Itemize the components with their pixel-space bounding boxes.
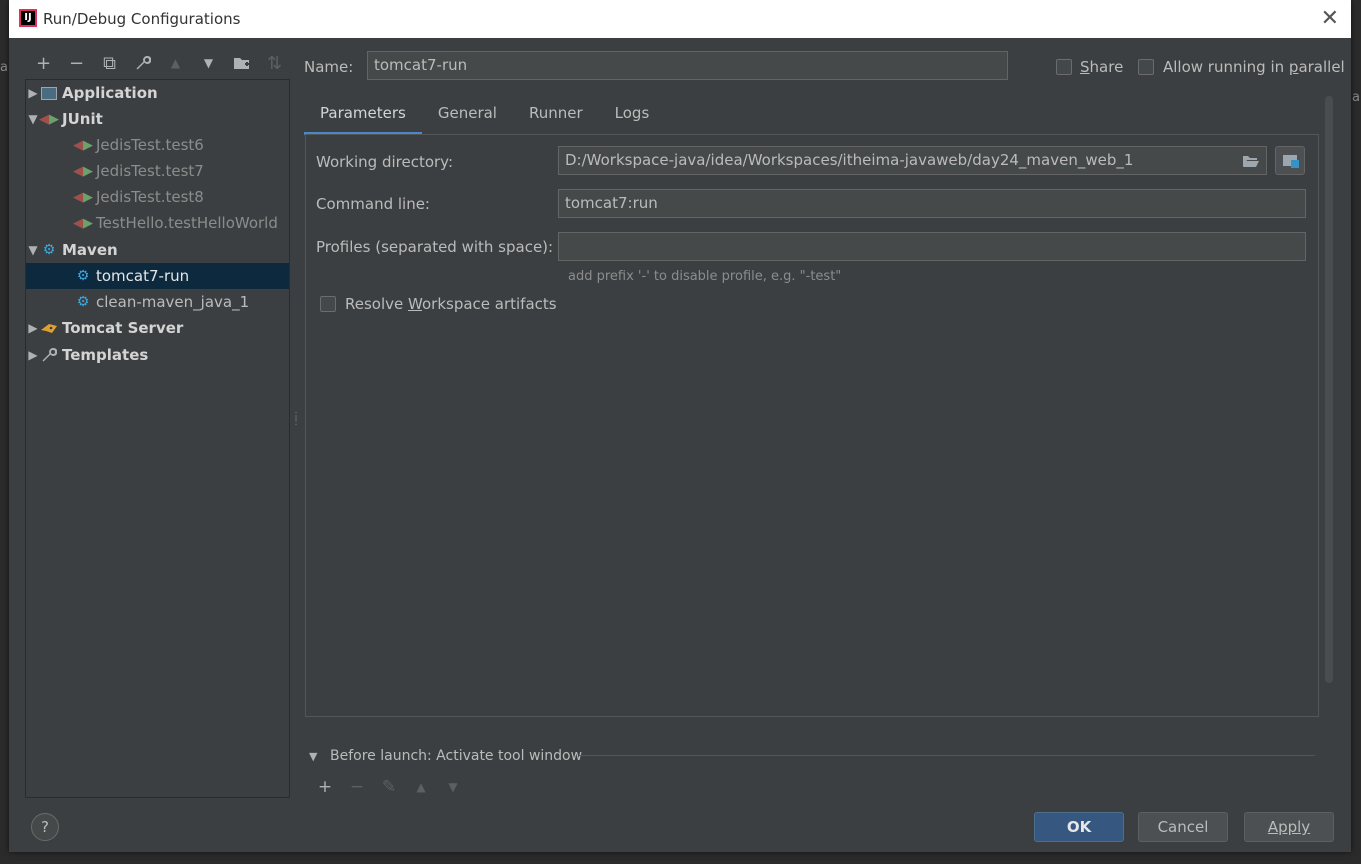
working-directory-label: Working directory: xyxy=(316,153,454,171)
tomcat-icon xyxy=(40,319,58,337)
run-debug-dialog: IJ Run/Debug Configurations ✕ + − ⧉ ▲ ▼ … xyxy=(9,0,1351,852)
wrench-icon xyxy=(40,346,58,364)
remove-task-icon[interactable]: − xyxy=(341,776,373,798)
tree-item-junit-test[interactable]: ◀ ▶ JedisTest.test8 xyxy=(26,184,289,210)
close-icon[interactable]: ✕ xyxy=(1321,6,1339,31)
tree-node-label: JUnit xyxy=(62,110,103,128)
background-edge-text: a xyxy=(1352,90,1360,105)
profiles-label: Profiles (separated with space): xyxy=(316,238,554,256)
working-directory-value: D:/Workspace-java/idea/Workspaces/itheim… xyxy=(565,151,1134,169)
background-edge-text: a xyxy=(0,60,8,75)
tree-item-label: JedisTest.test6 xyxy=(96,136,204,154)
edit-task-icon[interactable]: ✎ xyxy=(373,776,405,798)
junit-test-icon: ◀ ▶ xyxy=(73,137,93,153)
profiles-input[interactable] xyxy=(558,232,1306,261)
tree-item-junit-test[interactable]: ◀ ▶ JedisTest.test7 xyxy=(26,158,289,184)
move-task-down-icon[interactable]: ▼ xyxy=(437,776,469,798)
before-launch-toolbar: + − ✎ ▲ ▼ xyxy=(309,776,469,798)
config-toolbar: + − ⧉ ▲ ▼ ⇅ xyxy=(27,50,291,76)
command-line-label: Command line: xyxy=(316,195,430,213)
junit-icon: ◀ ▶ xyxy=(39,111,59,127)
folder-open-icon[interactable] xyxy=(1242,149,1260,176)
command-line-input[interactable]: tomcat7:run xyxy=(558,189,1306,218)
move-up-icon[interactable]: ▲ xyxy=(159,50,192,76)
add-task-icon[interactable]: + xyxy=(309,776,341,798)
new-folder-icon[interactable] xyxy=(225,50,258,76)
share-checkbox[interactable] xyxy=(1056,59,1072,75)
tree-node-label: Application xyxy=(62,84,158,102)
move-down-icon[interactable]: ▼ xyxy=(192,50,225,76)
resolve-workspace-checkbox[interactable] xyxy=(320,296,336,312)
sort-icon[interactable]: ⇅ xyxy=(258,50,291,76)
tree-node-label: Tomcat Server xyxy=(62,319,184,337)
wrench-icon[interactable] xyxy=(126,50,159,76)
copy-icon[interactable]: ⧉ xyxy=(93,50,126,76)
tab-general[interactable]: General xyxy=(422,96,513,132)
browse-module-button[interactable] xyxy=(1275,146,1305,175)
junit-test-icon: ◀ ▶ xyxy=(73,163,93,179)
working-directory-input[interactable]: D:/Workspace-java/idea/Workspaces/itheim… xyxy=(558,146,1267,175)
allow-parallel-label[interactable]: Allow running in parallel xyxy=(1163,58,1345,76)
application-icon xyxy=(40,84,58,102)
tree-item-label: JedisTest.test7 xyxy=(96,162,204,180)
expand-arrow-icon[interactable]: ▶ xyxy=(26,321,40,335)
maven-gear-icon: ⚙ xyxy=(76,268,90,284)
intellij-icon: IJ xyxy=(19,9,37,27)
tree-item-label: tomcat7-run xyxy=(96,267,190,285)
help-button[interactable]: ? xyxy=(31,813,59,841)
parameters-panel: Working directory: D:/Workspace-java/ide… xyxy=(305,134,1319,717)
scrollbar[interactable] xyxy=(1325,96,1333,683)
tab-parameters[interactable]: Parameters xyxy=(304,96,422,135)
tab-logs[interactable]: Logs xyxy=(599,96,666,132)
remove-icon[interactable]: − xyxy=(60,50,93,76)
tree-item-label: clean-maven_java_1 xyxy=(96,293,250,311)
config-tree: ▶ Application ▼ ◀ ▶ JUnit ◀ ▶ JedisTest.te… xyxy=(25,79,290,798)
collapse-arrow-icon[interactable]: ▼ xyxy=(26,112,40,126)
tree-item-label: JedisTest.test8 xyxy=(96,188,204,206)
before-launch-collapse-icon[interactable]: ▼ xyxy=(309,750,317,763)
move-task-up-icon[interactable]: ▲ xyxy=(405,776,437,798)
name-label: Name: xyxy=(304,58,354,76)
maven-gear-icon: ⚙ xyxy=(42,242,56,258)
tree-node-templates[interactable]: ▶ Templates xyxy=(26,342,289,368)
tree-node-label: Maven xyxy=(62,241,118,259)
expand-arrow-icon[interactable]: ▶ xyxy=(26,348,40,362)
expand-arrow-icon[interactable]: ▶ xyxy=(26,86,40,100)
config-tabs: Parameters General Runner Logs xyxy=(304,96,666,135)
tree-item-maven-config[interactable]: ⚙ tomcat7-run xyxy=(26,263,289,289)
maven-gear-icon: ⚙ xyxy=(76,294,90,310)
tree-item-junit-test[interactable]: ◀ ▶ TestHello.testHelloWorld xyxy=(26,210,289,236)
allow-parallel-checkbox[interactable] xyxy=(1138,59,1154,75)
title-bar: IJ Run/Debug Configurations ✕ xyxy=(9,0,1351,38)
junit-test-icon: ◀ ▶ xyxy=(73,215,93,231)
resolve-workspace-label[interactable]: Resolve Workspace artifacts xyxy=(345,295,557,313)
divider xyxy=(579,755,1315,756)
before-launch-label[interactable]: Before launch: Activate tool window xyxy=(330,748,582,764)
tree-item-junit-test[interactable]: ◀ ▶ JedisTest.test6 xyxy=(26,132,289,158)
tree-node-junit[interactable]: ▼ ◀ ▶ JUnit xyxy=(26,106,289,132)
dialog-title: Run/Debug Configurations xyxy=(43,10,241,28)
collapse-arrow-icon[interactable]: ▼ xyxy=(26,243,40,257)
apply-button[interactable]: Apply xyxy=(1244,812,1334,842)
tree-node-maven[interactable]: ▼ ⚙ Maven xyxy=(26,237,289,263)
tree-item-label: TestHello.testHelloWorld xyxy=(96,214,278,232)
tree-node-application[interactable]: ▶ Application xyxy=(26,80,289,106)
tree-node-label: Templates xyxy=(62,346,149,364)
add-icon[interactable]: + xyxy=(27,50,60,76)
cancel-button[interactable]: Cancel xyxy=(1138,812,1228,842)
junit-test-icon: ◀ ▶ xyxy=(73,189,93,205)
share-label[interactable]: Share xyxy=(1080,58,1123,76)
tab-runner[interactable]: Runner xyxy=(513,96,599,132)
name-input[interactable]: tomcat7-run xyxy=(367,51,1008,80)
tree-item-maven-config[interactable]: ⚙ clean-maven_java_1 xyxy=(26,289,289,315)
tree-node-tomcat-server[interactable]: ▶ Tomcat Server xyxy=(26,315,289,341)
ok-button[interactable]: OK xyxy=(1034,812,1124,842)
profiles-hint: add prefix '-' to disable profile, e.g. … xyxy=(568,269,842,284)
splitter-handle[interactable]: ⋮ ⋮ xyxy=(291,412,301,427)
